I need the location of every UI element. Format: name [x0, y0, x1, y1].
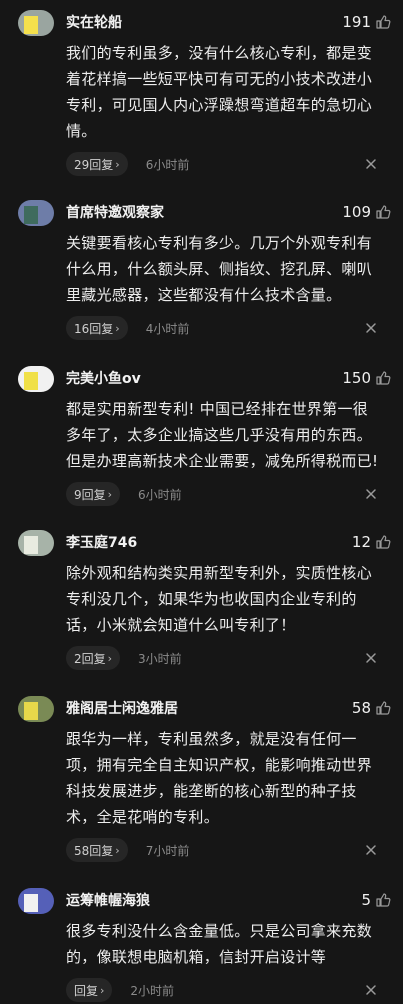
reply-button[interactable]: 2回复 › [66, 646, 121, 670]
comment-meta: 58回复 › 7小时前 [66, 836, 391, 864]
comment-meta: 29回复 › 6小时前 [66, 150, 391, 178]
comment-header: 实在轮船 191 [66, 10, 391, 34]
username[interactable]: 实在轮船 [66, 12, 122, 32]
chevron-right-icon: › [107, 651, 113, 665]
timestamp: 7小时前 [145, 843, 190, 858]
like-count: 150 [342, 369, 371, 387]
comment-header: 完美小鱼ov 150 [66, 366, 391, 390]
like-count: 191 [342, 13, 371, 31]
reply-button[interactable]: 9回复 › [66, 482, 121, 506]
username[interactable]: 李玉庭746 [66, 532, 137, 552]
timestamp: 6小时前 [145, 157, 190, 172]
username[interactable]: 雅阁居士闲逸雅居 [66, 698, 178, 718]
reply-label: 16回复 [74, 321, 114, 336]
like-button[interactable]: 109 [342, 203, 391, 221]
comment-list: 实在轮船 191 我们的专利虽多，没有什么核心专利，都是变着花样搞一些短平快可有… [0, 0, 403, 1004]
comment-text: 除外观和结构类实用新型专利外，实质性核心专利没几个，如果华为也收国内企业专利的话… [66, 564, 373, 634]
timestamp: 4小时前 [145, 321, 190, 336]
close-icon[interactable] [365, 652, 377, 664]
comment-item: 实在轮船 191 我们的专利虽多，没有什么核心专利，都是变着花样搞一些短平快可有… [0, 0, 403, 178]
chevron-right-icon: › [115, 321, 120, 335]
avatar-foreground [24, 536, 38, 554]
avatar-foreground [24, 372, 38, 390]
comment-meta: 16回复 › 4小时前 [66, 314, 391, 342]
comment-item: 完美小鱼ov 150 都是实用新型专利! 中国已经排在世界第一很多年了，太多企业… [0, 356, 403, 508]
chevron-right-icon: › [115, 157, 120, 171]
chevron-right-icon: › [107, 487, 113, 501]
thumbs-up-icon [376, 205, 391, 219]
timestamp: 2小时前 [130, 983, 175, 998]
comment-text: 很多专利没什么含金量低。只是公司拿来充数的，像联想电脑机箱，信封开启设计等 [66, 922, 373, 966]
comment-item: 运筹帷幄海狼 5 很多专利没什么含金量低。只是公司拿来充数的，像联想电脑机箱，信… [0, 878, 403, 1004]
comment-text: 都是实用新型专利! 中国已经排在世界第一很多年了，太多企业搞这些几乎没有用的东西… [66, 400, 379, 470]
username[interactable]: 完美小鱼ov [66, 368, 141, 388]
thumbs-up-icon [376, 893, 391, 907]
thumbs-up-icon [376, 15, 391, 29]
close-icon[interactable] [365, 488, 377, 500]
avatar[interactable] [18, 696, 54, 722]
like-count: 5 [361, 891, 371, 909]
reply-button[interactable]: 58回复 › [66, 838, 128, 862]
reply-button[interactable]: 回复 › [66, 978, 113, 1002]
timestamp: 6小时前 [138, 487, 182, 502]
close-icon[interactable] [365, 984, 377, 996]
avatar[interactable] [18, 366, 54, 392]
like-button[interactable]: 191 [342, 13, 391, 31]
like-button[interactable]: 150 [342, 369, 391, 387]
avatar-foreground [24, 702, 38, 720]
comment-text: 关键要看核心专利有多少。几万个外观专利有什么用，什么额头屏、侧指纹、挖孔屏、喇叭… [66, 234, 373, 304]
username[interactable]: 首席特邀观察家 [66, 202, 164, 222]
comment-header: 李玉庭746 12 [66, 530, 391, 554]
close-icon[interactable] [365, 844, 377, 856]
comment-header: 运筹帷幄海狼 5 [66, 888, 391, 912]
like-count: 109 [342, 203, 371, 221]
avatar[interactable] [18, 530, 54, 556]
avatar[interactable] [18, 200, 54, 226]
close-icon[interactable] [365, 158, 377, 170]
avatar-foreground [24, 206, 38, 224]
comment-header: 雅阁居士闲逸雅居 58 [66, 696, 391, 720]
like-count: 12 [351, 533, 371, 551]
thumbs-up-icon [376, 371, 391, 385]
reply-button[interactable]: 29回复 › [66, 152, 128, 176]
thumbs-up-icon [376, 535, 391, 549]
reply-label: 58回复 [74, 843, 114, 858]
chevron-right-icon: › [100, 983, 105, 997]
like-button[interactable]: 5 [361, 891, 391, 909]
timestamp: 3小时前 [138, 651, 182, 666]
comment-text: 我们的专利虽多，没有什么核心专利，都是变着花样搞一些短平快可有可无的小技术改进小… [66, 44, 373, 140]
comment-item: 首席特邀观察家 109 关键要看核心专利有多少。几万个外观专利有什么用，什么额头… [0, 190, 403, 342]
like-count: 58 [351, 699, 371, 717]
comment-meta: 2回复 › 3小时前 [66, 644, 391, 672]
reply-button[interactable]: 16回复 › [66, 316, 128, 340]
like-button[interactable]: 12 [352, 533, 391, 551]
like-button[interactable]: 58 [352, 699, 391, 717]
avatar[interactable] [18, 10, 54, 36]
avatar-foreground [24, 16, 38, 34]
reply-label: 29回复 [74, 157, 114, 172]
username[interactable]: 运筹帷幄海狼 [66, 890, 150, 910]
comment-item: 雅阁居士闲逸雅居 58 跟华为一样，专利虽然多，就是没有任何一项，拥有完全自主知… [0, 686, 403, 864]
chevron-right-icon: › [115, 843, 120, 857]
comment-item: 李玉庭746 12 除外观和结构类实用新型专利外，实质性核心专利没几个，如果华为… [0, 520, 403, 672]
comment-text: 跟华为一样，专利虽然多，就是没有任何一项，拥有完全自主知识产权，能影响推动世界科… [66, 730, 373, 826]
avatar-foreground [24, 894, 38, 912]
reply-label: 9回复 [74, 487, 106, 502]
thumbs-up-icon [376, 701, 391, 715]
close-icon[interactable] [365, 322, 377, 334]
comment-header: 首席特邀观察家 109 [66, 200, 391, 224]
avatar[interactable] [18, 888, 54, 914]
reply-label: 2回复 [74, 651, 106, 666]
comment-meta: 9回复 › 6小时前 [66, 480, 391, 508]
reply-label: 回复 [74, 983, 99, 998]
